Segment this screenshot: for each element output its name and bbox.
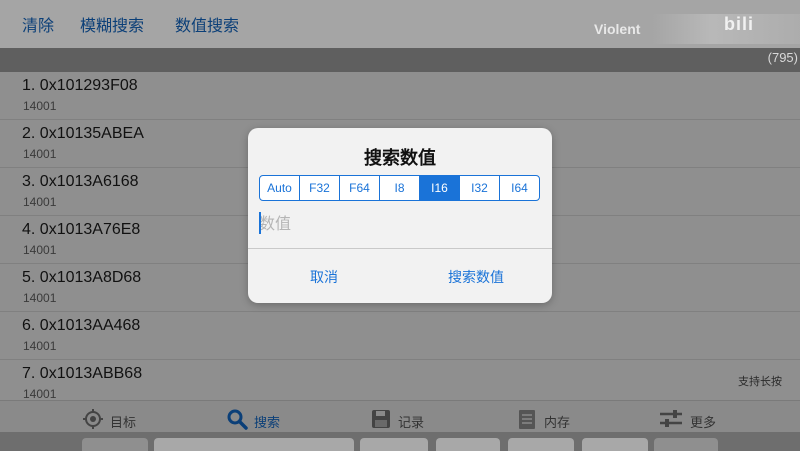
list-item[interactable]: 7. 0x1013ABB68 14001 [0,360,800,400]
result-value: 14001 [23,195,57,209]
keyboard-area [0,432,800,451]
tab-label: 搜索 [254,415,281,431]
long-press-hint: 支持长按 [738,375,782,388]
type-option-i32[interactable]: I32 [460,176,500,200]
keyboard-key[interactable] [582,438,648,451]
keyboard-key[interactable] [154,438,354,451]
dialog-title: 搜索数值 [364,148,436,169]
value-type-segmented-control: Auto F32 F64 I8 I16 I32 I64 [259,175,540,201]
type-option-i64[interactable]: I64 [500,176,539,200]
value-input[interactable] [259,208,540,238]
keyboard-key[interactable] [508,438,574,451]
top-toolbar: 清除 模糊搜索 数值搜索 Violent bili [0,0,800,48]
tab-records[interactable]: 记录 [370,409,424,433]
search-value-dialog: 搜索数值 Auto F32 F64 I8 I16 I32 I64 取消 搜索数值 [248,128,552,303]
type-option-auto[interactable]: Auto [260,176,300,200]
tab-more[interactable]: 更多 [658,409,716,433]
result-address: 6. 0x1013AA468 [22,317,141,334]
keyboard-key[interactable] [654,438,718,451]
save-icon [370,408,392,434]
result-address: 3. 0x1013A6168 [22,173,139,190]
bilibili-logo: bili [724,14,754,34]
tab-target[interactable]: 目标 [82,409,136,433]
bottom-tab-bar: 目标 搜索 记录 内存 更多 [0,400,800,432]
keyboard-key[interactable] [82,438,148,451]
result-value: 14001 [23,99,57,113]
result-address: 4. 0x1013A76E8 [22,221,141,238]
result-value: 14001 [23,243,57,257]
tab-search[interactable]: 搜索 [226,409,280,433]
tab-label: 记录 [398,415,425,431]
target-icon [82,408,104,434]
tab-label: 内存 [544,415,571,431]
result-address: 2. 0x10135ABEA [22,125,144,142]
cancel-button[interactable]: 取消 [248,250,400,303]
search-icon [226,408,248,434]
type-option-f32[interactable]: F32 [300,176,340,200]
watermark-brand-text: Violent [594,21,641,37]
result-count: (795) [767,50,798,65]
dialog-divider [248,248,552,249]
type-option-f64[interactable]: F64 [340,176,380,200]
tab-label: 更多 [690,415,717,431]
list-item[interactable]: 6. 0x1013AA468 14001 [0,312,800,360]
result-address: 7. 0x1013ABB68 [22,365,143,382]
result-value: 14001 [23,147,57,161]
result-count-bar: (795) [0,48,800,72]
sliders-icon [658,408,684,434]
value-search-button[interactable]: 数值搜索 [175,12,239,36]
list-item[interactable]: 1. 0x101293F08 14001 [0,72,800,120]
clear-button[interactable]: 清除 [22,12,54,36]
type-option-i8[interactable]: I8 [380,176,420,200]
keyboard-key[interactable] [436,438,500,451]
result-value: 14001 [23,291,57,305]
result-value: 14001 [23,339,57,353]
result-address: 5. 0x1013A8D68 [22,269,142,286]
result-value: 14001 [23,387,57,400]
text-caret [259,212,261,234]
tab-label: 目标 [110,415,137,431]
memory-icon [516,408,538,434]
search-value-confirm-button[interactable]: 搜索数值 [400,250,552,303]
tab-memory[interactable]: 内存 [516,409,570,433]
type-option-i16[interactable]: I16 [420,176,460,200]
keyboard-key[interactable] [360,438,428,451]
fuzzy-search-button[interactable]: 模糊搜索 [80,12,144,36]
result-address: 1. 0x101293F08 [22,77,138,94]
